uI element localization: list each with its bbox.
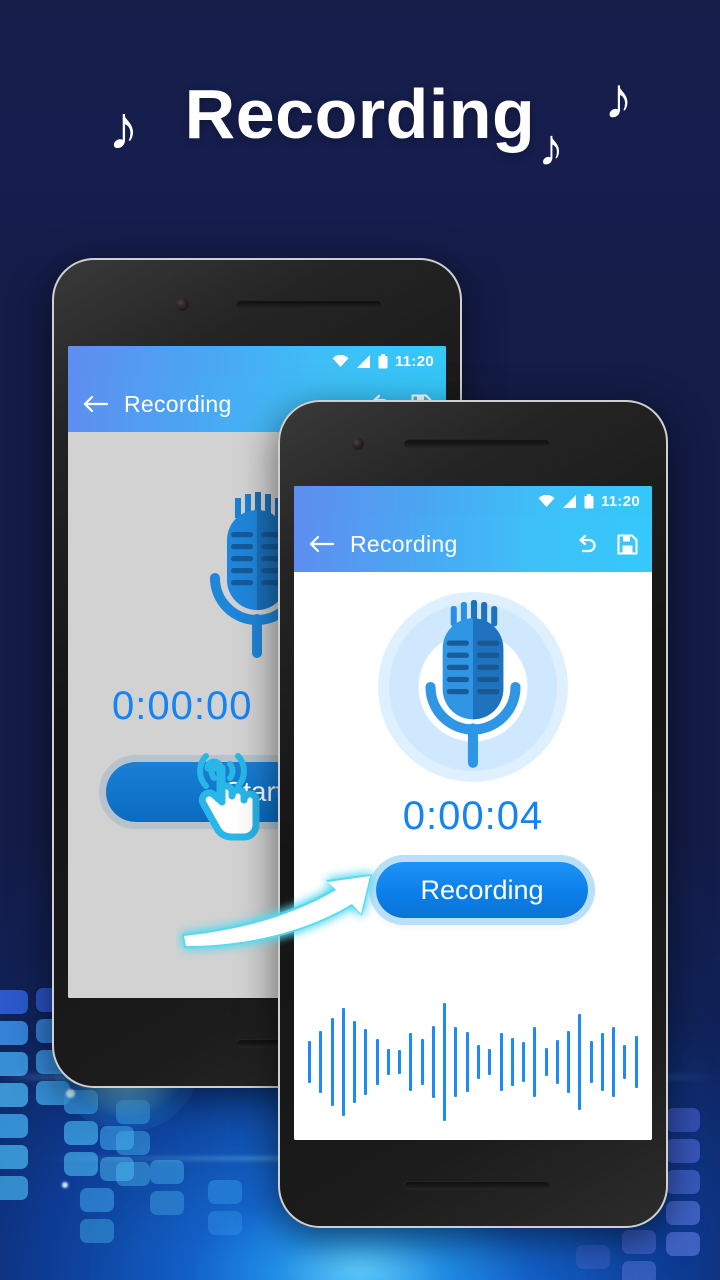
waveform-bar [319, 1031, 323, 1093]
save-icon [617, 533, 638, 555]
back-arrow-icon[interactable] [308, 534, 334, 554]
waveform-bar [499, 1033, 503, 1091]
front-app-bar: Recording [294, 516, 652, 572]
waveform-bar [465, 1032, 469, 1092]
battery-icon [584, 493, 594, 508]
back-arrow-icon[interactable] [82, 394, 108, 414]
title-area: Recording ♪ ♪ ♪ [0, 70, 720, 184]
spark-2 [62, 1182, 68, 1188]
front-phone-body: 0:00:04 Recording [294, 572, 652, 1140]
waveform-bar [353, 1021, 357, 1103]
earpiece-speaker [404, 439, 550, 448]
front-recording-button[interactable]: Recording [376, 862, 588, 918]
front-recording-button-label: Recording [420, 874, 544, 905]
waveform-bar [386, 1049, 390, 1075]
waveform-bar [600, 1033, 604, 1091]
spark-1 [66, 1089, 75, 1098]
bottom-speaker [404, 1181, 550, 1190]
waveform-bar [330, 1018, 334, 1106]
waveform-bar [578, 1014, 582, 1110]
music-note-icon-left: ♪ [108, 94, 139, 163]
music-note-icon-mid: ♪ [538, 119, 564, 177]
signal-icon [356, 354, 370, 368]
battery-icon [378, 353, 388, 368]
waveform-bar [634, 1036, 638, 1088]
waveform-bar [612, 1027, 616, 1097]
waveform-bar [431, 1026, 435, 1098]
waveform-bar [555, 1040, 559, 1084]
undo-icon [579, 534, 596, 553]
waveform-bar [522, 1042, 526, 1082]
front-phone: 11:20 Recording 0:00:04 Recording [278, 400, 668, 1228]
signal-icon [562, 494, 576, 508]
waveform [308, 992, 638, 1132]
wifi-icon [538, 494, 555, 507]
waveform-bar [476, 1045, 480, 1079]
front-undo-button[interactable] [576, 534, 599, 554]
waveform-bar [567, 1031, 571, 1093]
back-status-time: 11:20 [394, 352, 434, 370]
wifi-icon [332, 354, 349, 367]
front-camera-icon [352, 438, 364, 450]
waveform-bar [308, 1041, 311, 1083]
waveform-bar [364, 1029, 368, 1095]
waveform-bar [533, 1027, 537, 1097]
music-note-icon-right: ♪ [604, 66, 633, 131]
waveform-bar [488, 1049, 492, 1075]
waveform-bar [375, 1039, 379, 1085]
waveform-bar [623, 1045, 627, 1079]
waveform-bar [420, 1039, 424, 1085]
waveform-bar [510, 1038, 514, 1086]
front-phone-frame: 11:20 Recording 0:00:04 Recording [278, 400, 668, 1228]
front-save-button[interactable] [617, 533, 638, 555]
back-start-button-label: Start [224, 776, 284, 807]
front-status-bar: 11:20 [294, 486, 652, 516]
waveform-bar [409, 1033, 413, 1091]
waveform-bar [454, 1027, 458, 1097]
waveform-bar [398, 1050, 402, 1074]
earpiece-speaker [236, 300, 382, 309]
front-status-time: 11:20 [600, 492, 640, 510]
microphone-icon [425, 600, 521, 768]
front-camera-icon [176, 298, 189, 311]
back-status-bar: 11:20 [68, 346, 446, 376]
front-timer: 0:00:04 [402, 794, 544, 838]
waveform-bar [443, 1003, 447, 1121]
waveform-bar [341, 1008, 345, 1116]
waveform-bar [544, 1048, 548, 1076]
waveform-bar [589, 1041, 593, 1083]
front-phone-screen: 11:20 Recording 0:00:04 Recording [294, 486, 652, 1140]
front-app-bar-title: Recording [350, 530, 458, 557]
